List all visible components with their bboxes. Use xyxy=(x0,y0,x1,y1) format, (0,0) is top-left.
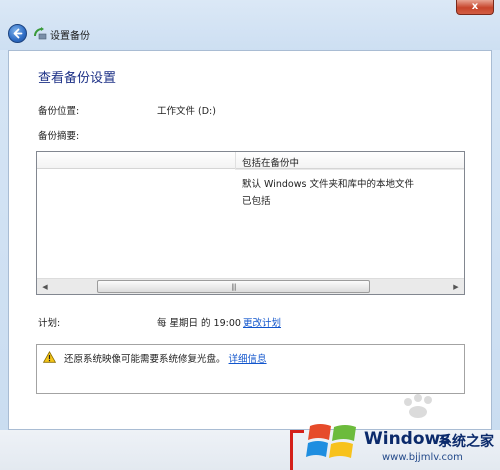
column-header-included[interactable]: 包括在备份中 xyxy=(242,155,299,169)
location-label: 备份位置: xyxy=(38,106,80,117)
watermark: Windows 系统之家 www.bjjmlv.com xyxy=(306,408,500,470)
column-divider[interactable] xyxy=(235,152,236,169)
close-button[interactable]: x xyxy=(456,0,494,15)
windows-logo-icon xyxy=(306,424,356,458)
list-item[interactable]: 默认 Windows 文件夹和库中的本地文件 xyxy=(242,176,414,190)
change-schedule-link[interactable]: 更改计划 xyxy=(243,315,281,329)
warning-icon xyxy=(43,351,56,363)
window-title: 设置备份 xyxy=(50,31,90,42)
back-button[interactable] xyxy=(8,24,27,43)
back-arrow-icon xyxy=(13,28,23,39)
backup-icon xyxy=(34,27,47,40)
summary-label: 备份摘要: xyxy=(38,131,80,142)
list-item[interactable]: 已包括 xyxy=(242,193,271,207)
close-icon: x xyxy=(471,1,479,12)
grip-icon: ||| xyxy=(231,282,236,291)
row-separator xyxy=(235,169,464,170)
highlighted-button-edge[interactable] xyxy=(290,430,304,470)
horizontal-scrollbar[interactable]: ◀ ||| ▶ xyxy=(37,278,464,294)
scroll-left-icon[interactable]: ◀ xyxy=(38,280,52,293)
warning-message: 还原系统映像可能需要系统修复光盘。 xyxy=(64,354,226,365)
warning-box: 还原系统映像可能需要系统修复光盘。 详细信息 xyxy=(36,344,465,394)
warning-text: 还原系统映像可能需要系统修复光盘。 详细信息 xyxy=(64,351,267,365)
summary-list[interactable]: 包括在备份中 默认 Windows 文件夹和库中的本地文件 已包括 ◀ ||| … xyxy=(36,151,465,295)
scroll-right-icon[interactable]: ▶ xyxy=(449,280,463,293)
schedule-value: 每 星期日 的 19:00 xyxy=(157,318,241,329)
title-bar xyxy=(0,0,500,50)
page-title: 查看备份设置 xyxy=(38,71,117,86)
location-value: 工作文件 (D:) xyxy=(157,106,216,117)
watermark-suffix: 系统之家 xyxy=(438,434,494,450)
scrollbar-thumb[interactable]: ||| xyxy=(97,280,370,293)
schedule-label: 计划: xyxy=(38,318,61,329)
list-header: 包括在备份中 xyxy=(37,152,464,169)
details-link[interactable]: 详细信息 xyxy=(229,354,267,365)
window-frame: x 设置备份 查看备份设置 备份位置: 工作文件 (D:) 备份摘要: 包括在备… xyxy=(0,0,500,470)
watermark-url: www.bjjmlv.com xyxy=(382,452,463,463)
